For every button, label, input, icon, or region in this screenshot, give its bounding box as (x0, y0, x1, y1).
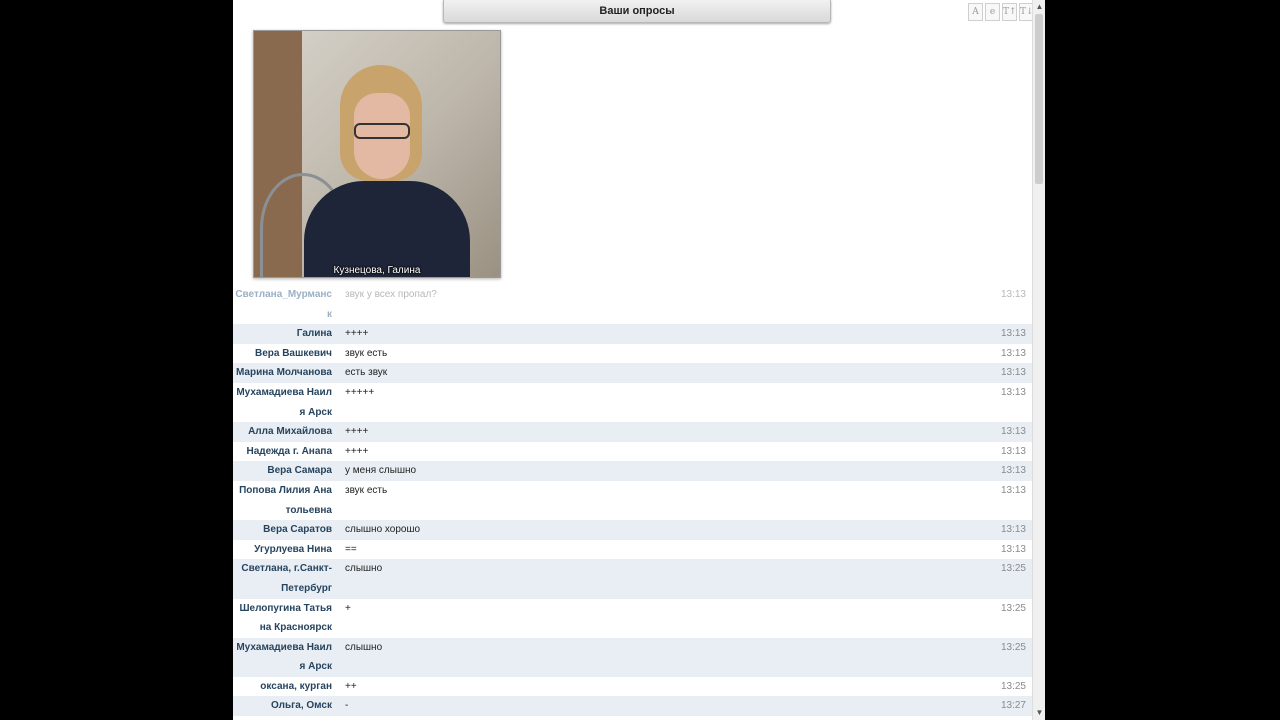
message-time: 13:25 (1000, 680, 1026, 692)
scroll-down-arrow-icon[interactable]: ▼ (1033, 706, 1045, 720)
chat-message: Вера Вашкевич звук есть 13:13 (233, 344, 1032, 364)
message-text: слышно хорошо (345, 524, 421, 536)
message-time: 13:13 (1000, 445, 1026, 457)
message-time: 13:13 (1000, 347, 1026, 359)
message-time: 13:13 (1000, 367, 1026, 379)
chat-message: Светлана_Мурманск звук у всех пропал? 13:1… (233, 285, 1032, 324)
message-author: Мухамадиева Наиля Арск (236, 386, 332, 418)
message-text: звук есть (345, 347, 388, 359)
message-author: Галина (296, 328, 332, 340)
message-time: 13:13 (1000, 484, 1026, 496)
message-time: 13:13 (1000, 543, 1026, 555)
chat-message: Марина Молчанова есть звук 13:13 (233, 363, 1032, 383)
message-time: 13:13 (1000, 426, 1026, 438)
webinar-window: Ваши опросы A e T↑ T↓ Кузнецова, Галина … (233, 0, 1045, 720)
chat-message: Попова Лилия Анатольевна звук есть 13:13 (233, 481, 1032, 520)
message-time: 13:13 (1000, 465, 1026, 477)
chat-message: Шелопугина Татьяна Красноярск +13:25 (233, 599, 1032, 638)
message-text: ++ (345, 680, 357, 692)
message-time: 13:13 (1000, 524, 1026, 536)
font-increase-button[interactable]: T↑ (1002, 3, 1017, 21)
chat-message: Алла Михайлова ++++ 13:13 (233, 422, 1032, 442)
chat-message: Галина ++++ 13:13 (233, 324, 1032, 344)
message-author: Вера Саратов (263, 524, 332, 536)
message-author: Надежда г. Анапа (246, 445, 332, 457)
message-text: слышно (345, 563, 383, 575)
message-author: Ольга, Омск (270, 700, 332, 712)
presenter-glasses (354, 123, 410, 139)
message-author: Марина Молчанова (235, 367, 332, 379)
message-author: Мухамадиева Наиля Арск (236, 641, 332, 673)
message-time: 13:27 (1000, 700, 1026, 712)
scrollbar-thumb[interactable] (1035, 14, 1043, 184)
message-text: - (345, 700, 349, 712)
message-text: у меня слышно (345, 465, 417, 477)
chat-log: Светлана_Мурманск звук у всех пропал? 13:1… (233, 285, 1032, 717)
chat-message: Вера Самара у меня слышно 13:13 (233, 461, 1032, 481)
message-text: звук у всех пропал? (345, 289, 437, 300)
message-author: Угурлуева Нина (254, 543, 332, 555)
message-author: Шелопугина Татьяна Красноярск (239, 602, 332, 634)
message-author: Светлана, г.Санкт-Петербург (241, 563, 332, 594)
chat-message: Ольга, Омск - 13:27 (233, 696, 1032, 717)
chat-message: Вера Саратов слышно хорошо 13:13 (233, 520, 1032, 540)
message-text: ++++ (345, 426, 369, 438)
font-toolbar: A e T↑ T↓ (968, 3, 1034, 21)
message-author: Вера Самара (267, 465, 332, 477)
message-text: звук есть (345, 484, 388, 496)
message-time: 13:13 (1000, 328, 1026, 340)
video-caption: Кузнецова, Галина (333, 265, 421, 276)
message-time: 13:13 (1000, 289, 1026, 300)
vertical-scrollbar[interactable]: ▲ ▼ (1032, 0, 1045, 720)
message-text: == (345, 543, 357, 555)
message-time: 13:25 (1000, 602, 1026, 614)
chat-message: Светлана, г.Санкт-Петербург слышно 13:25 (233, 559, 1032, 599)
message-text: ++++ (345, 328, 369, 340)
message-text: слышно (345, 641, 383, 653)
message-time: 13:25 (1000, 563, 1026, 575)
chat-message: Мухамадиева Наиля Арск +++++ 13:13 (233, 383, 1032, 422)
chat-message: Угурлуева Нина == 13:13 (233, 540, 1032, 560)
message-text: есть звук (345, 367, 388, 379)
message-time: 13:13 (1000, 386, 1026, 398)
message-author: Вера Вашкевич (254, 347, 332, 359)
presenter-body (304, 181, 470, 277)
polls-tab[interactable]: Ваши опросы (443, 0, 831, 23)
message-author: оксана, курган (260, 680, 332, 692)
chat-message: Надежда г. Анапа ++++ 13:13 (233, 442, 1032, 462)
scroll-up-arrow-icon[interactable]: ▲ (1033, 0, 1045, 14)
chat-message: Мухамадиева Наиля Арск слышно 13:25 (233, 637, 1032, 677)
font-style-button[interactable]: A (968, 3, 983, 21)
message-text: +++++ (345, 386, 375, 398)
chat-message: оксана, курган ++ 13:25 (233, 677, 1032, 697)
message-author: Алла Михайлова (248, 426, 332, 438)
message-time: 13:25 (1000, 641, 1026, 653)
message-author: Светлана_Мурманск (235, 289, 332, 320)
message-author: Попова Лилия Анатольевна (239, 484, 332, 516)
presenter-video: Кузнецова, Галина (253, 30, 501, 278)
message-text: ++++ (345, 445, 369, 457)
message-text: + (345, 602, 351, 614)
emoticon-button[interactable]: e (985, 3, 1000, 21)
